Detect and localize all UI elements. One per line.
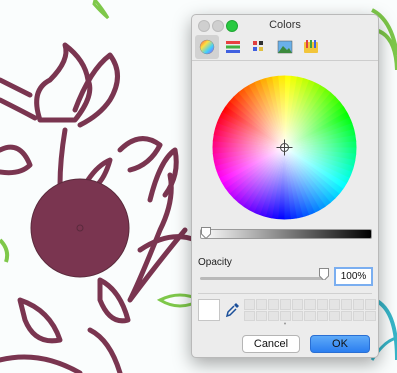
empty-swatch-cell[interactable] [316, 299, 328, 310]
empty-swatch-cell[interactable] [352, 299, 364, 310]
opacity-label: Opacity [198, 257, 232, 268]
image-palettes-tab[interactable] [273, 35, 297, 59]
empty-swatch-cell[interactable] [364, 310, 376, 321]
empty-swatch-cell[interactable] [328, 299, 340, 310]
empty-swatch-cell[interactable] [256, 310, 268, 321]
opacity-value-field[interactable]: 100% [334, 267, 373, 286]
empty-swatch-cell[interactable] [352, 310, 364, 321]
empty-swatch-cell[interactable] [244, 299, 256, 310]
empty-swatch-cell[interactable] [268, 310, 280, 321]
brightness-slider-thumb[interactable] [201, 227, 211, 239]
eyedropper-icon[interactable] [226, 302, 240, 318]
image-palettes-icon [277, 40, 293, 54]
color-palettes-tab[interactable] [247, 35, 271, 59]
empty-swatch-cell[interactable] [256, 299, 268, 310]
empty-swatch-cell[interactable] [292, 299, 304, 310]
title-bar[interactable]: Colors [192, 15, 378, 37]
color-mode-toolbar [192, 35, 378, 59]
empty-swatch-cell[interactable] [280, 299, 292, 310]
swatch-divider [198, 293, 372, 294]
empty-swatch-cell[interactable] [364, 299, 376, 310]
empty-swatch-cell[interactable] [340, 299, 352, 310]
empty-swatch-cell[interactable] [244, 310, 256, 321]
color-sliders-tab[interactable] [221, 35, 245, 59]
window-title: Colors [269, 19, 301, 31]
color-palettes-icon [253, 41, 263, 51]
empty-swatch-cell[interactable] [304, 310, 316, 321]
pencils-icon [304, 40, 318, 53]
color-swatch-grid [244, 299, 376, 321]
brightness-slider[interactable] [200, 229, 372, 239]
color-wheel-icon [199, 39, 215, 55]
empty-swatch-cell[interactable] [328, 310, 340, 321]
color-wheel[interactable] [212, 75, 357, 220]
opacity-slider[interactable] [200, 277, 326, 280]
empty-swatch-cell[interactable] [304, 299, 316, 310]
empty-swatch-cell[interactable] [268, 299, 280, 310]
empty-swatch-cell[interactable] [292, 310, 304, 321]
empty-swatch-cell[interactable] [280, 310, 292, 321]
empty-swatch-cell[interactable] [340, 310, 352, 321]
selected-circle-shape[interactable] [30, 178, 130, 278]
opacity-slider-thumb[interactable] [319, 268, 329, 280]
pencils-tab[interactable] [299, 35, 323, 59]
empty-swatch-cell[interactable] [316, 310, 328, 321]
color-wheel-tab[interactable] [195, 35, 219, 59]
cancel-button[interactable]: Cancel [242, 335, 300, 353]
color-sliders-icon [226, 41, 240, 53]
resize-grip-icon[interactable] [282, 322, 288, 325]
current-color-well[interactable] [198, 299, 220, 321]
toolbar-divider [192, 60, 378, 61]
ok-button[interactable]: OK [310, 335, 370, 353]
colors-panel: Colors Opacity 100% Cancel OK [191, 14, 379, 358]
